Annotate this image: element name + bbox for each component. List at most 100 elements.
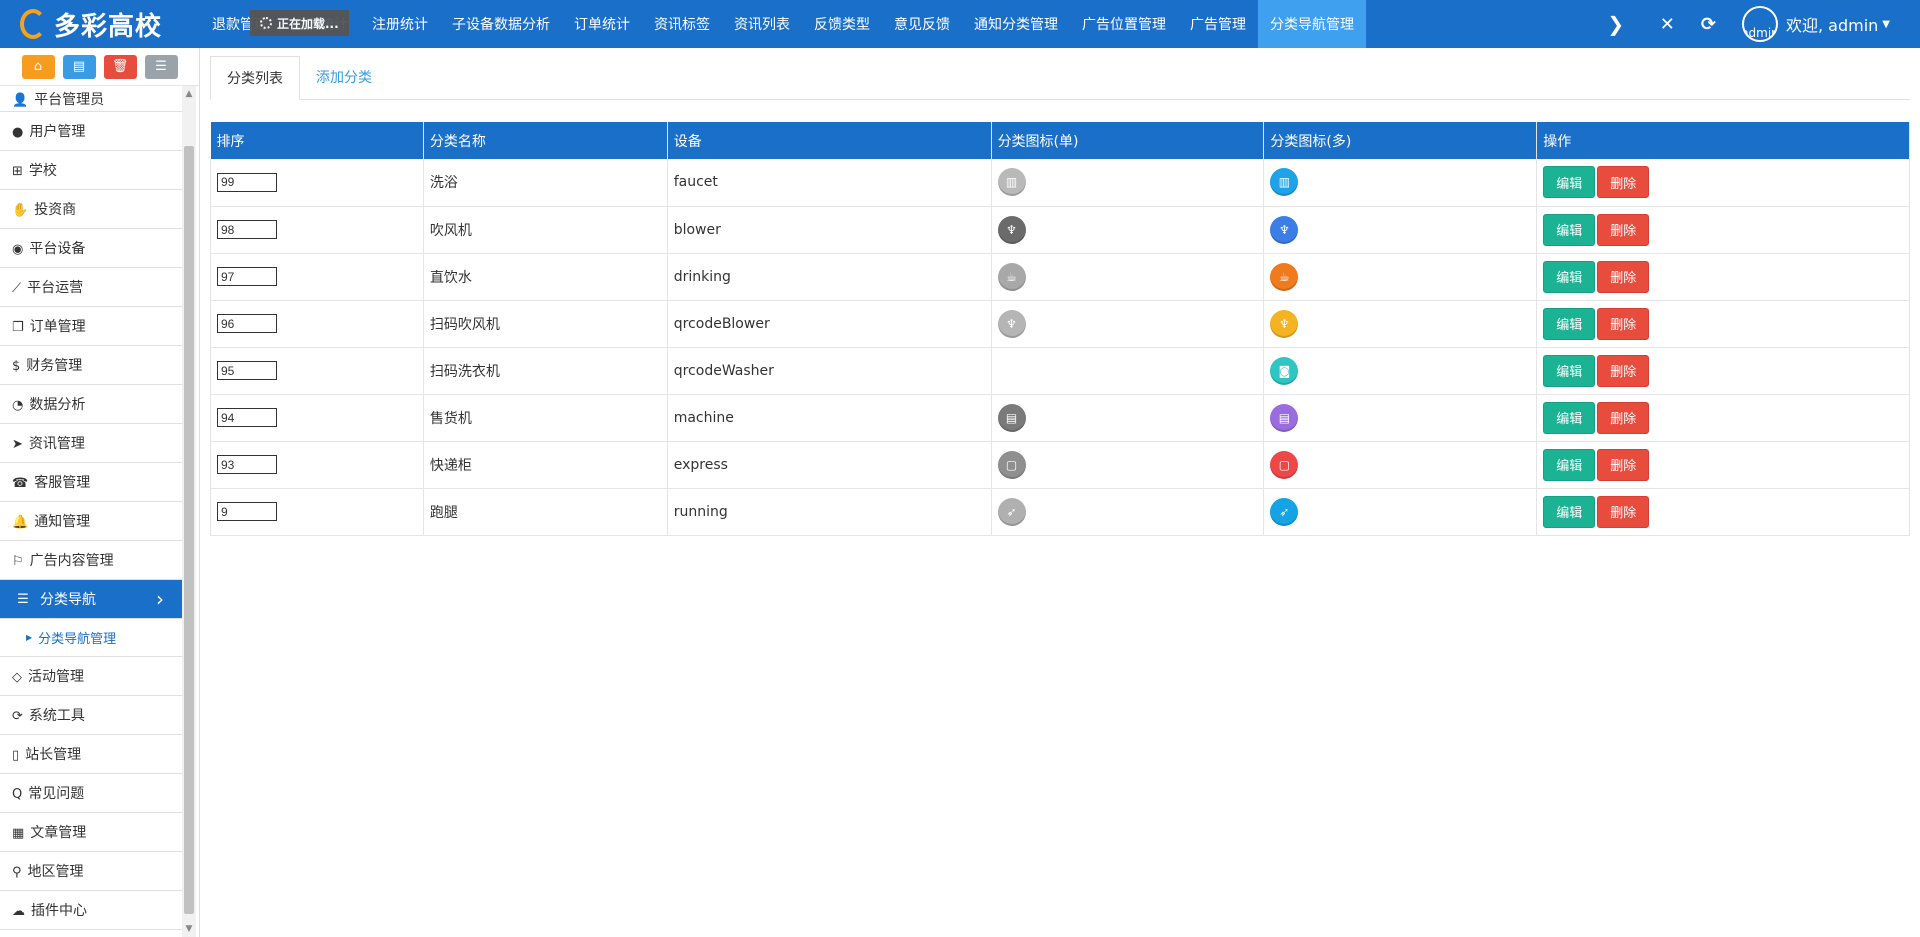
- sidebar-item[interactable]: ◉ 平台设备: [0, 229, 182, 268]
- cell-name: 扫码吹风机: [423, 300, 668, 348]
- edit-button[interactable]: 编辑: [1543, 260, 1596, 293]
- sort-input[interactable]: [217, 314, 277, 333]
- cell-icon-single: ☕: [991, 253, 1265, 301]
- sidebar-item[interactable]: ◔ 数据分析: [0, 385, 182, 424]
- sidebar-item[interactable]: ➤ 资讯管理: [0, 424, 182, 463]
- sidebar-item[interactable]: 👤 平台管理员: [0, 86, 182, 112]
- sort-input[interactable]: [217, 220, 277, 239]
- caret-down-icon: ▼: [1882, 18, 1890, 30]
- top-tab[interactable]: 通知分类管理: [962, 0, 1070, 48]
- sidebar-item-label: 广告内容管理: [29, 553, 114, 569]
- edit-button[interactable]: 编辑: [1543, 354, 1596, 387]
- top-tab[interactable]: 资讯标签: [642, 0, 722, 48]
- top-tab[interactable]: 注册统计: [360, 0, 440, 48]
- delete-button[interactable]: 删除: [1597, 213, 1650, 246]
- app-logo[interactable]: 多彩高校: [0, 0, 200, 48]
- cell-name: 吹风机: [423, 206, 668, 254]
- delete-button[interactable]: 删除: [1597, 448, 1650, 481]
- sidebar-item[interactable]: ▯ 站长管理: [0, 735, 182, 774]
- sidebar-item-wrap: ❐ 订单管理: [12, 316, 86, 336]
- tab-add-category[interactable]: 添加分类: [300, 55, 388, 99]
- edit-button[interactable]: 编辑: [1543, 401, 1596, 434]
- cell-icon-single: ♆: [991, 300, 1265, 348]
- sidebar-item-wrap: Q 常见问题: [12, 783, 84, 803]
- trash-icon[interactable]: 🗑: [103, 54, 137, 79]
- sidebar-item[interactable]: ⟳ 系统工具: [0, 696, 182, 735]
- top-tab[interactable]: 意见反馈: [882, 0, 962, 48]
- delete-button[interactable]: 删除: [1597, 401, 1650, 434]
- delete-button[interactable]: 删除: [1597, 260, 1650, 293]
- sitemap-icon: ⊞: [12, 164, 23, 179]
- sidebar-item[interactable]: ❐ 订单管理: [0, 307, 182, 346]
- cloud-icon: ☁: [12, 904, 25, 919]
- logo-text: 多彩高校: [54, 11, 163, 42]
- sidebar-item[interactable]: ● 用户管理: [0, 112, 182, 151]
- edit-button[interactable]: 编辑: [1543, 213, 1596, 246]
- scrollbar-thumb[interactable]: [184, 146, 194, 914]
- sidebar-item[interactable]: ⊞ 学校: [0, 151, 182, 190]
- top-tab[interactable]: 订单统计: [562, 0, 642, 48]
- top-tab[interactable]: 反馈类型: [802, 0, 882, 48]
- sort-input[interactable]: [217, 172, 277, 192]
- sidebar-item-label: 资讯管理: [28, 436, 85, 452]
- sidebar-item[interactable]: ◇ 活动管理: [0, 657, 182, 696]
- edit-button[interactable]: 编辑: [1543, 448, 1596, 481]
- sort-input[interactable]: [217, 361, 277, 380]
- cell-icon-multi: ▤: [1263, 394, 1538, 442]
- top-tab[interactable]: 资讯列表: [722, 0, 802, 48]
- sidebar-item[interactable]: ⚐ 广告内容管理: [0, 541, 182, 580]
- top-tab[interactable]: 广告位置管理: [1070, 0, 1178, 48]
- sort-input[interactable]: [217, 455, 277, 474]
- top-tab[interactable]: 子设备数据分析: [440, 0, 562, 48]
- sidebar-item[interactable]: ☰ 分类导航 ›: [0, 580, 182, 619]
- sidebar-item[interactable]: ☎ 客服管理: [0, 463, 182, 502]
- sidebar-item[interactable]: ⚲ 地区管理: [0, 852, 182, 891]
- sidebar-item-wrap: ⚐ 广告内容管理: [12, 550, 114, 570]
- sort-input[interactable]: [217, 502, 277, 521]
- welcome-text: 欢迎, admin: [1785, 16, 1879, 35]
- document-icon[interactable]: ▤: [62, 54, 96, 79]
- sidebar-item-label: 通知管理: [34, 514, 91, 530]
- edit-button[interactable]: 编辑: [1543, 495, 1596, 528]
- delete-button[interactable]: 删除: [1597, 354, 1650, 387]
- sidebar-item[interactable]: ⟋ 平台运营: [0, 268, 182, 307]
- sidebar-scrollbar[interactable]: ▲ ▼: [182, 86, 196, 937]
- sidebar-item-wrap: ✋ 投资商: [12, 199, 76, 219]
- scroll-up-icon[interactable]: ▲: [182, 86, 196, 102]
- edit-button[interactable]: 编辑: [1543, 166, 1596, 199]
- hairdryer-icon: ♆: [1270, 215, 1299, 244]
- cell-sort: [210, 394, 424, 442]
- sidebar-item[interactable]: 🔔 通知管理: [0, 502, 182, 541]
- scroll-down-icon[interactable]: ▼: [182, 921, 196, 937]
- sidebar-item[interactable]: ✋ 投资商: [0, 190, 182, 229]
- chevron-right-icon: ›: [156, 587, 164, 611]
- sidebar-shortcuts: ⌂ ▤ 🗑 ☰: [0, 48, 199, 86]
- sidebar-menu: 👤 平台管理员 ● 用户管理 ⊞ 学校 ✋ 投资商 ◉ 平台设备 ⟋ 平台运营 ❐ 订单管理 $ 财务管理 ◔ 数…: [0, 86, 182, 937]
- edit-button[interactable]: 编辑: [1543, 307, 1596, 340]
- sidebar: ⌂ ▤ 🗑 ☰ 👤 平台管理员 ● 用户管理 ⊞ 学校 ✋ 投资商 ◉ 平台设备 ⟋ 平台运营 ❐ 订单管…: [0, 48, 200, 937]
- sidebar-item[interactable]: $ 财务管理: [0, 346, 182, 385]
- tab-category-list[interactable]: 分类列表: [210, 56, 300, 100]
- delete-button[interactable]: 删除: [1597, 307, 1650, 340]
- sidebar-item[interactable]: ▦ 文章管理: [0, 813, 182, 852]
- refresh-icon[interactable]: ⟳: [1701, 14, 1716, 35]
- sidebar-item-wrap: ▦ 文章管理: [12, 822, 86, 842]
- submenu-item-category-nav[interactable]: ▶ 分类导航管理: [0, 619, 182, 657]
- sidebar-item[interactable]: Q 常见问题: [0, 774, 182, 813]
- sidebar-item-label: 平台运营: [27, 280, 84, 296]
- close-all-tabs-icon[interactable]: ✕: [1660, 14, 1675, 35]
- top-tab[interactable]: 分类导航管理: [1258, 0, 1366, 48]
- cell-icon-multi: ◙: [1263, 347, 1538, 395]
- cell-icon-single: ▤: [991, 394, 1265, 442]
- home-icon[interactable]: ⌂: [21, 54, 55, 79]
- top-tab[interactable]: 广告管理: [1178, 0, 1258, 48]
- delete-button[interactable]: 删除: [1597, 495, 1650, 528]
- user-menu[interactable]: admin 欢迎, admin ▼: [1741, 0, 1920, 48]
- list-icon[interactable]: ☰: [144, 54, 178, 79]
- delete-button[interactable]: 删除: [1597, 166, 1650, 199]
- tabs-scroll-right-icon[interactable]: ❯: [1598, 0, 1634, 48]
- sort-input[interactable]: [217, 408, 277, 427]
- sidebar-item[interactable]: ☁ 插件中心: [0, 891, 182, 930]
- cell-icon-single: ♆: [991, 206, 1265, 254]
- sort-input[interactable]: [217, 267, 277, 286]
